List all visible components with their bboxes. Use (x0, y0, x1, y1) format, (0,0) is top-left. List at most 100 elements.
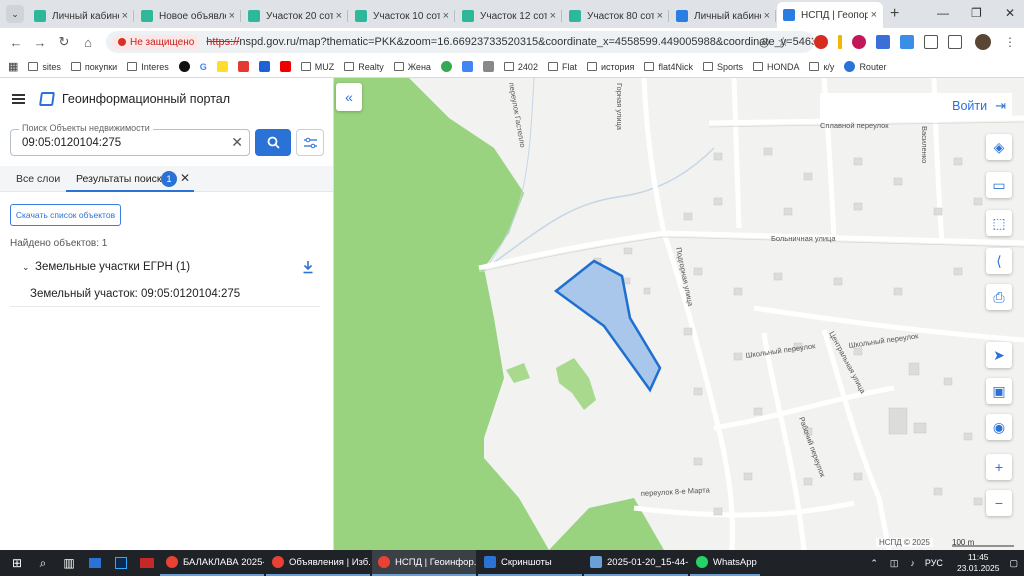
login-button[interactable]: Войти ⇥ (820, 93, 1012, 119)
extension-mask-icon[interactable] (852, 35, 866, 49)
browser-tab[interactable]: Участок 20 сот × (242, 4, 348, 28)
close-tab-icon[interactable]: × (122, 10, 128, 22)
browser-tab[interactable]: Участок 12 сот × (456, 4, 562, 28)
close-tab-icon[interactable]: × (443, 10, 449, 22)
zoom-in-icon[interactable]: + (986, 454, 1012, 480)
share-icon[interactable]: ⟨ (986, 248, 1012, 274)
bookmark-pokupki[interactable]: покупки (70, 62, 117, 72)
search-button[interactable] (255, 129, 291, 156)
bookmark-blue-icon[interactable] (258, 61, 270, 72)
chevron-down-icon[interactable]: ⌄ (22, 262, 30, 273)
network-icon[interactable]: ◫ (890, 558, 899, 569)
address-bar[interactable]: Не защищено https://nspd.gov.ru/map?them… (106, 31, 814, 53)
close-tab-icon[interactable]: × (229, 10, 235, 22)
zoom-out-icon[interactable]: − (986, 490, 1012, 516)
bookmark-sites[interactable]: sites (28, 62, 61, 72)
browser-tab-active[interactable]: НСПД | Геопортал× (777, 2, 883, 28)
browser-tab[interactable]: Участок 80 сот × (563, 4, 669, 28)
select-area-icon[interactable]: ⬚ (986, 210, 1012, 236)
collapse-sidebar-button[interactable]: « (336, 83, 362, 111)
print-icon[interactable]: ⎙ (986, 284, 1012, 310)
apps-grid-icon[interactable]: ▦ (8, 60, 18, 73)
taskbar-app-whatsapp[interactable]: WhatsApp (690, 550, 760, 576)
bookmark-maps-icon[interactable] (440, 61, 452, 72)
bookmark-honda[interactable]: HONDA (752, 62, 799, 72)
file-explorer-icon[interactable] (82, 550, 108, 576)
forward-icon[interactable]: → (28, 35, 52, 50)
browser-tab[interactable]: Новое объявление× (135, 4, 241, 28)
not-secure-badge[interactable]: Не защищено (112, 34, 201, 50)
tab-search-button[interactable]: ⌄ (6, 5, 24, 23)
browser-tab[interactable]: Личный кабинет× (670, 4, 776, 28)
ruler-icon[interactable]: ▭ (986, 172, 1012, 198)
url-text[interactable]: https://nspd.gov.ru/map?thematic=PKK&zoo… (206, 36, 814, 48)
reload-icon[interactable]: ↻ (52, 34, 76, 50)
bookmark-google[interactable]: G (200, 62, 207, 72)
tray-chevron-icon[interactable]: ⌃ (870, 558, 878, 569)
results-group-title[interactable]: Земельные участки ЕГРН (1) (35, 261, 190, 273)
geolocation-icon[interactable]: ◉ (986, 414, 1012, 440)
taskbar-app-screenshots[interactable]: Скриншоты (478, 550, 582, 576)
notifications-icon[interactable]: ▢ (1009, 558, 1018, 569)
search-input[interactable]: 09:05:0120104:275 (22, 137, 121, 149)
map-canvas[interactable]: переулок Гастелло Горная улица Сплавной … (334, 78, 1024, 550)
bookmark-ext-icon[interactable] (482, 61, 494, 72)
photoshop-icon[interactable] (108, 550, 134, 576)
back-icon[interactable]: ← (4, 35, 28, 50)
minimap-icon[interactable]: ▣ (986, 378, 1012, 404)
close-tab-icon[interactable]: × (871, 9, 877, 21)
close-tab-icon[interactable]: × (764, 10, 770, 22)
taskbar-app-chrome-ads[interactable]: Объявления | Изб... (266, 550, 370, 576)
clear-search-icon[interactable]: ✕ (231, 134, 243, 151)
browser-tab[interactable]: Личный кабинет× (28, 4, 134, 28)
bookmark-flat4nick[interactable]: flat4Nick (644, 62, 693, 72)
menu-dots-icon[interactable]: ⋮ (1004, 35, 1016, 49)
search-field[interactable]: Поиск Объекты недвижимости 09:05:0120104… (10, 123, 250, 156)
bookmark-muz[interactable]: MUZ (300, 62, 334, 72)
menu-hamburger-icon[interactable] (12, 94, 25, 104)
bookmark-ku[interactable]: к/у (809, 62, 834, 72)
tab-search-results[interactable]: Результаты поиска (76, 173, 168, 185)
download-list-button[interactable]: Скачать список объектов (10, 204, 121, 226)
close-results-tab-icon[interactable]: ✕ (180, 171, 190, 185)
bookmark-black-icon[interactable] (178, 61, 190, 72)
extension-info-icon[interactable] (838, 35, 842, 49)
taskbar-app-chrome-balaklava[interactable]: БАЛАКЛАВА 2025-... (160, 550, 264, 576)
result-item-land-plot[interactable]: Земельный участок: 09:05:0120104:275 (30, 288, 240, 300)
extension-shield-icon[interactable] (900, 35, 914, 49)
tab-all-layers[interactable]: Все слои (16, 173, 60, 185)
eye-off-icon[interactable]: ◎ (759, 35, 769, 49)
bookmark-yellow-icon[interactable] (216, 61, 228, 72)
app-flag-icon[interactable] (134, 550, 160, 576)
close-tab-icon[interactable]: × (550, 10, 556, 22)
extension-opera-icon[interactable] (814, 35, 828, 49)
locate-icon[interactable]: ➤ (986, 342, 1012, 368)
new-tab-button[interactable]: + (890, 5, 899, 23)
maximize-icon[interactable]: ❐ (971, 6, 982, 20)
browser-tab[interactable]: Участок 10 сот × (349, 4, 455, 28)
download-icon[interactable] (302, 260, 314, 274)
bookmark-star-icon[interactable]: ☆ (777, 34, 789, 50)
windows-start-icon[interactable]: ⊞ (4, 550, 30, 576)
language-indicator[interactable]: РУС (925, 558, 943, 568)
avatar[interactable] (975, 34, 991, 50)
bookmark-router[interactable]: Router (844, 61, 886, 72)
bookmark-interes[interactable]: Interes (127, 62, 169, 72)
bookmark-sports[interactable]: Sports (702, 62, 743, 72)
bookmark-youtube-icon[interactable] (279, 61, 291, 72)
taskbar-app-image[interactable]: 2025-01-20_15-44-... (584, 550, 688, 576)
sidepanel-icon[interactable] (948, 35, 962, 49)
search-icon[interactable]: ⌕ (30, 550, 56, 576)
close-tab-icon[interactable]: × (336, 10, 342, 22)
filter-button[interactable] (296, 129, 324, 156)
bookmark-realty[interactable]: Realty (344, 62, 384, 72)
bookmark-zhena[interactable]: Жена (393, 62, 431, 72)
bookmark-istoriya[interactable]: история (586, 62, 634, 72)
bookmark-calendar-icon[interactable] (461, 61, 473, 72)
close-tab-icon[interactable]: × (657, 10, 663, 22)
extension-translate-icon[interactable] (876, 35, 890, 49)
bookmark-flat[interactable]: Flat (547, 62, 577, 72)
minimize-icon[interactable]: — (937, 6, 949, 20)
home-icon[interactable]: ⌂ (76, 35, 100, 50)
task-view-icon[interactable]: ▥ (56, 550, 82, 576)
